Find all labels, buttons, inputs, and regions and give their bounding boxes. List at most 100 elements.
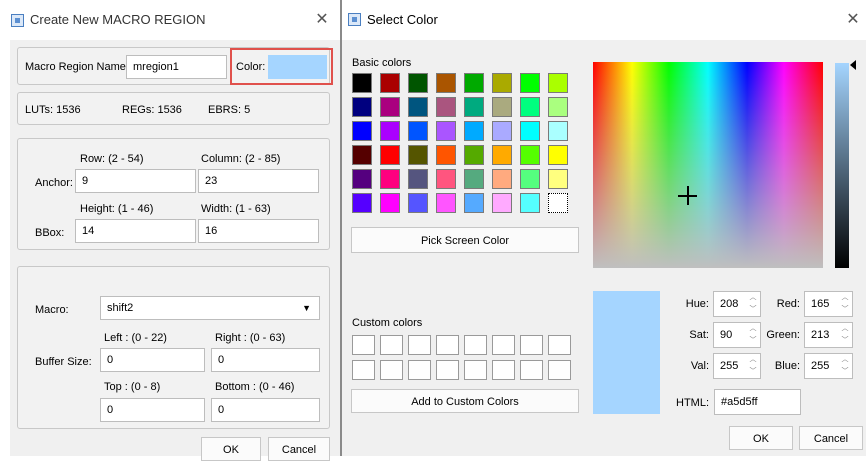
add-to-custom-colors-button[interactable]: Add to Custom Colors [351,389,579,413]
basic-color-swatch[interactable] [436,193,456,213]
basic-color-swatch[interactable] [352,97,372,117]
basic-color-swatch[interactable] [408,121,428,141]
spin-down-icon[interactable]: ﹀ [748,367,758,377]
sat-spinbox[interactable]: 90 ︿ ﹀ [713,322,761,348]
basic-color-swatch[interactable] [520,97,540,117]
bbox-width-input[interactable]: 16 [198,219,319,243]
buffer-left-input[interactable]: 0 [100,348,205,372]
basic-color-swatch[interactable] [492,193,512,213]
custom-color-slot[interactable] [408,335,431,355]
basic-color-swatch[interactable] [408,73,428,93]
ok-button[interactable]: OK [201,437,261,461]
custom-color-slot[interactable] [548,335,571,355]
basic-color-swatch[interactable] [436,121,456,141]
anchor-column-input[interactable]: 23 [198,169,319,193]
spin-down-icon[interactable]: ﹀ [748,305,758,315]
basic-color-swatch[interactable] [436,97,456,117]
custom-color-slot[interactable] [380,335,403,355]
color-spectrum-picker[interactable] [593,62,823,268]
anchor-row-input[interactable]: 9 [75,169,196,193]
close-icon[interactable]: ✕ [844,11,862,29]
spin-up-icon[interactable]: ︿ [840,324,850,334]
basic-color-swatch[interactable] [352,169,372,189]
spin-up-icon[interactable]: ︿ [748,324,758,334]
custom-color-slot[interactable] [352,335,375,355]
buffer-bottom-input[interactable]: 0 [211,398,320,422]
basic-color-swatch[interactable] [408,193,428,213]
basic-color-swatch[interactable] [408,169,428,189]
basic-color-swatch[interactable] [492,145,512,165]
custom-color-slot[interactable] [380,360,403,380]
custom-color-slot[interactable] [436,360,459,380]
basic-color-swatch[interactable] [464,193,484,213]
basic-color-swatch[interactable] [380,121,400,141]
basic-color-swatch[interactable] [464,145,484,165]
spin-up-icon[interactable]: ︿ [748,293,758,303]
custom-color-slot[interactable] [548,360,571,380]
basic-color-swatch[interactable] [380,193,400,213]
red-spinbox[interactable]: 165 ︿ ﹀ [804,291,853,317]
basic-color-swatch[interactable] [520,121,540,141]
basic-color-swatch[interactable] [380,145,400,165]
basic-color-swatch[interactable] [352,193,372,213]
basic-color-swatch[interactable] [492,97,512,117]
basic-color-swatch[interactable] [408,145,428,165]
custom-color-slot[interactable] [436,335,459,355]
spin-up-icon[interactable]: ︿ [748,355,758,365]
basic-color-swatch[interactable] [548,97,568,117]
basic-color-swatch[interactable] [408,97,428,117]
basic-color-swatch[interactable] [464,73,484,93]
color-cancel-button[interactable]: Cancel [799,426,863,450]
custom-color-slot[interactable] [352,360,375,380]
basic-color-swatch[interactable] [380,169,400,189]
basic-color-swatch[interactable] [492,73,512,93]
basic-color-swatch[interactable] [464,121,484,141]
custom-color-slot[interactable] [492,335,515,355]
macro-region-name-input[interactable]: mregion1 [126,55,227,79]
html-color-input[interactable]: #a5d5ff [714,389,801,415]
value-slider[interactable] [835,63,849,268]
basic-color-swatch[interactable] [548,121,568,141]
spin-down-icon[interactable]: ﹀ [748,336,758,346]
basic-color-swatch[interactable] [464,169,484,189]
hue-spinbox[interactable]: 208 ︿ ﹀ [713,291,761,317]
custom-color-slot[interactable] [464,360,487,380]
spin-down-icon[interactable]: ﹀ [840,305,850,315]
basic-color-swatch[interactable] [520,145,540,165]
basic-color-swatch[interactable] [380,73,400,93]
custom-color-slot[interactable] [464,335,487,355]
macro-select[interactable]: shift2 ▼ [100,296,320,320]
basic-color-swatch[interactable] [548,169,568,189]
blue-spinbox[interactable]: 255 ︿ ﹀ [804,353,853,379]
color-swatch-button[interactable] [268,55,327,79]
val-spinbox[interactable]: 255 ︿ ﹀ [713,353,761,379]
basic-color-swatch[interactable] [520,73,540,93]
custom-color-slot[interactable] [408,360,431,380]
cancel-button[interactable]: Cancel [268,437,330,461]
green-spinbox[interactable]: 213 ︿ ﹀ [804,322,853,348]
spin-up-icon[interactable]: ︿ [840,355,850,365]
basic-color-swatch[interactable] [548,193,568,213]
basic-color-swatch[interactable] [520,169,540,189]
spin-down-icon[interactable]: ﹀ [840,367,850,377]
basic-color-swatch[interactable] [520,193,540,213]
basic-color-swatch[interactable] [492,121,512,141]
custom-color-slot[interactable] [492,360,515,380]
buffer-top-input[interactable]: 0 [100,398,205,422]
pick-screen-color-button[interactable]: Pick Screen Color [351,227,579,253]
bbox-height-input[interactable]: 14 [75,219,196,243]
custom-color-slot[interactable] [520,360,543,380]
basic-color-swatch[interactable] [352,121,372,141]
basic-color-swatch[interactable] [464,97,484,117]
color-ok-button[interactable]: OK [729,426,793,450]
spin-up-icon[interactable]: ︿ [840,293,850,303]
custom-color-slot[interactable] [520,335,543,355]
close-icon[interactable]: ✕ [313,11,331,29]
basic-color-swatch[interactable] [436,145,456,165]
basic-color-swatch[interactable] [352,145,372,165]
basic-color-swatch[interactable] [436,73,456,93]
buffer-right-input[interactable]: 0 [211,348,320,372]
spin-down-icon[interactable]: ﹀ [840,336,850,346]
basic-color-swatch[interactable] [548,73,568,93]
basic-color-swatch[interactable] [352,73,372,93]
